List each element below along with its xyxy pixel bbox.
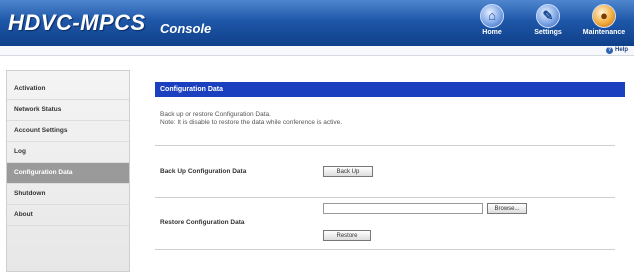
divider	[155, 145, 615, 146]
browse-button[interactable]: Browse...	[487, 203, 527, 214]
sidebar: Activation Network Status Account Settin…	[6, 70, 130, 272]
page-title: Configuration Data	[155, 82, 625, 97]
restore-label: Restore Configuration Data	[160, 219, 245, 226]
backup-button[interactable]: Back Up	[323, 166, 373, 177]
console-subtitle: Console	[160, 21, 212, 36]
settings-button[interactable]: ✎ Settings	[522, 4, 574, 36]
help-link[interactable]: ? Help	[605, 47, 628, 54]
maintenance-label: Maintenance	[582, 29, 626, 36]
help-label: Help	[614, 47, 628, 53]
restore-button[interactable]: Restore	[323, 230, 371, 241]
sidebar-menu: Activation Network Status Account Settin…	[7, 71, 129, 226]
sidebar-item-activation[interactable]: Activation	[7, 79, 129, 100]
description-note: Note: It is disable to restore the data …	[160, 119, 343, 126]
sidebar-item-about[interactable]: About	[7, 205, 129, 226]
backup-label: Back Up Configuration Data	[160, 168, 247, 175]
maintenance-icon: ●	[592, 4, 616, 28]
page-description: Back up or restore Configuration Data. N…	[160, 111, 342, 127]
home-button[interactable]: ⌂ Home	[466, 4, 518, 36]
help-icon: ?	[605, 47, 613, 54]
restore-file-input[interactable]	[323, 203, 483, 214]
home-label: Home	[482, 29, 502, 36]
description-line: Back up or restore Configuration Data.	[160, 111, 271, 118]
header-bar: HDVC-MPCS Console ⌂ Home ✎ Settings ● Ma…	[0, 0, 634, 46]
brand-logo: HDVC-MPCS	[8, 10, 146, 35]
sidebar-item-log[interactable]: Log	[7, 142, 129, 163]
divider	[155, 249, 615, 250]
maintenance-button[interactable]: ● Maintenance	[578, 4, 630, 36]
settings-label: Settings	[534, 29, 562, 36]
settings-icon: ✎	[536, 4, 560, 28]
sidebar-item-account-settings[interactable]: Account Settings	[7, 121, 129, 142]
sidebar-item-configuration-data[interactable]: Configuration Data	[7, 163, 129, 184]
sidebar-item-network-status[interactable]: Network Status	[7, 100, 129, 121]
sub-toolbar	[0, 46, 634, 56]
sidebar-item-shutdown[interactable]: Shutdown	[7, 184, 129, 205]
home-icon: ⌂	[480, 4, 504, 28]
divider	[155, 197, 615, 198]
